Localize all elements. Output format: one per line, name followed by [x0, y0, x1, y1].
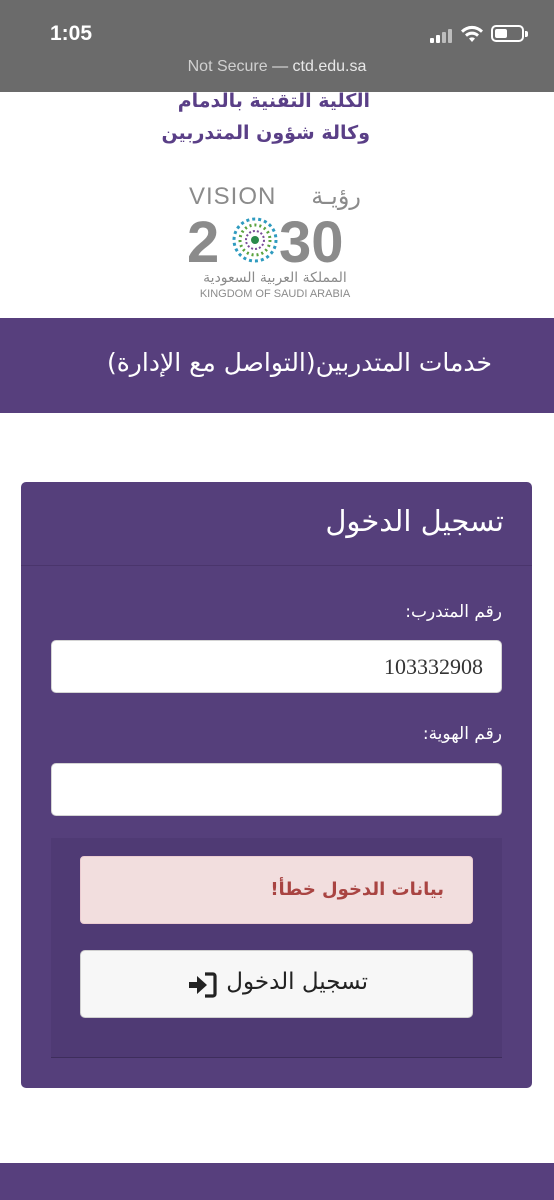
national-id-input[interactable]: [51, 763, 502, 816]
college-name: الكلية التقنية بالدمام وكالة شؤون المتدر…: [110, 92, 370, 150]
trainee-number-label: رقم المتدرب:: [405, 602, 502, 622]
battery-icon: [491, 25, 528, 42]
logo-year-right: 30: [279, 210, 344, 275]
error-message: بيانات الدخول خطأ!: [270, 879, 444, 900]
sign-in-icon: [189, 972, 217, 998]
trainee-number-input[interactable]: [51, 640, 502, 693]
security-label: Not Secure: [187, 58, 268, 75]
services-banner: خدمات المتدربين(التواصل مع الإدارة): [0, 318, 554, 413]
logo-year-left: 2: [187, 210, 219, 275]
footer-bar: [0, 1163, 554, 1200]
login-button-label: تسجيل الدخول: [226, 969, 368, 995]
login-actions-well: بيانات الدخول خطأ! تسجيل الدخول: [51, 838, 502, 1058]
url-domain: ctd.edu.sa: [292, 58, 367, 75]
status-bar: 1:05 Not Secure — ctd.edu.sa: [0, 0, 554, 92]
status-time: 1:05: [50, 22, 93, 45]
logo-kingdom-english: KINGDOM OF SAUDI ARABIA: [200, 288, 351, 300]
url-separator: —: [267, 58, 293, 75]
logo-vision-arabic: رؤيـة: [311, 182, 361, 210]
login-button[interactable]: تسجيل الدخول: [80, 950, 473, 1018]
college-line2: وكالة شؤون المتدربين: [161, 122, 370, 144]
college-line1: الكلية التقنية بالدمام: [177, 92, 370, 112]
error-alert: بيانات الدخول خطأ!: [80, 856, 473, 924]
url-bar[interactable]: Not Secure — ctd.edu.sa: [0, 58, 554, 76]
vision-2030-logo: VISION رؤيـة 2 30 المملكة العربية السعود…: [187, 182, 361, 300]
national-id-label: رقم الهوية:: [422, 724, 502, 744]
banner-title: خدمات المتدربين(التواصل مع الإدارة): [106, 348, 492, 377]
logo-kingdom-arabic: المملكة العربية السعودية: [203, 270, 347, 286]
login-title: تسجيل الدخول: [325, 504, 504, 538]
logo-emblem: [232, 217, 278, 263]
login-panel: تسجيل الدخول رقم المتدرب: رقم الهوية: بي…: [21, 482, 532, 1088]
cellular-signal-icon: [430, 29, 454, 43]
login-panel-header: تسجيل الدخول: [21, 482, 532, 566]
logo-vision-word: VISION: [189, 183, 276, 210]
wifi-icon: [461, 25, 483, 42]
